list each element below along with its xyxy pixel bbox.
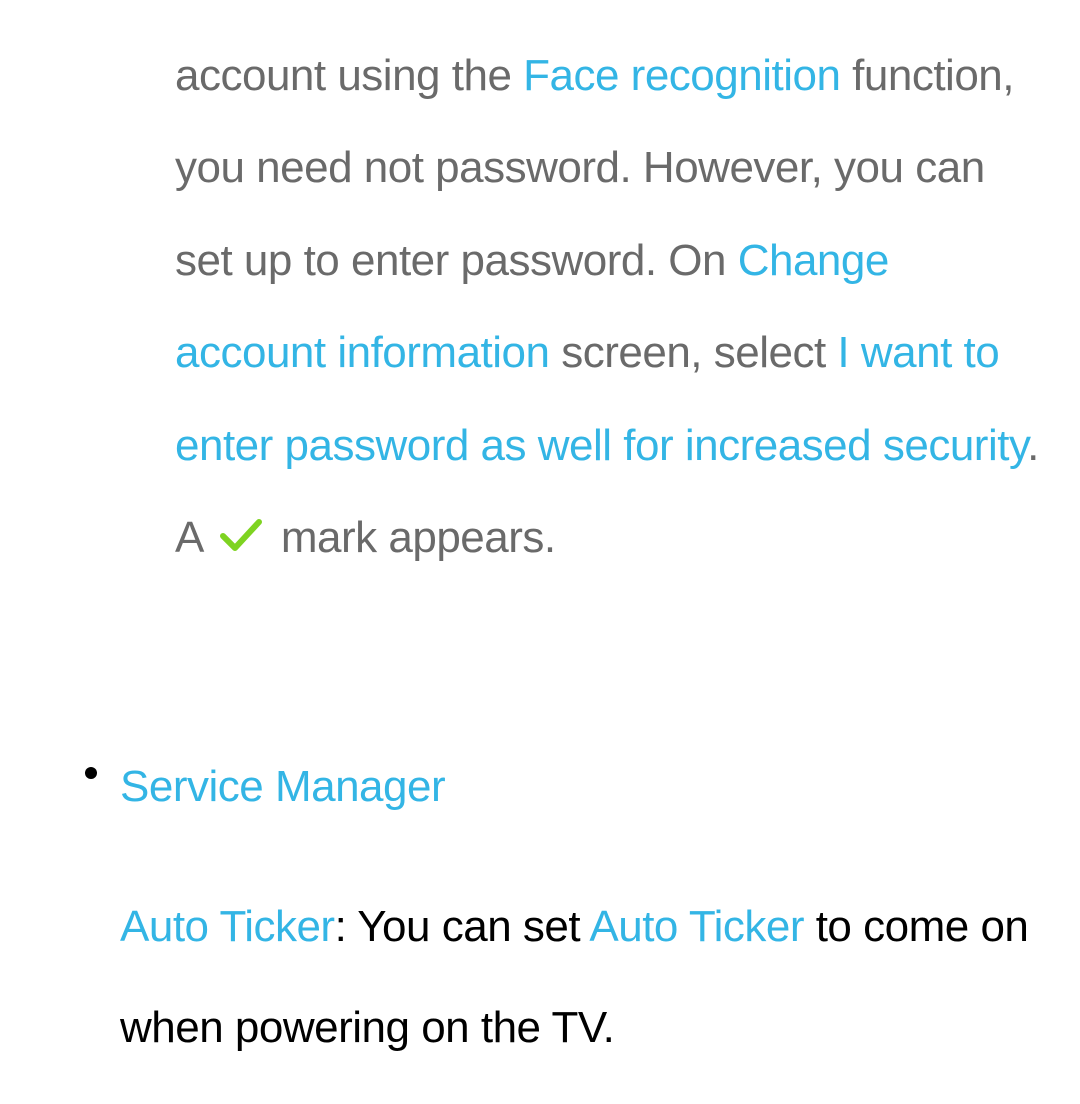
link-auto-ticker-2: Auto Ticker: [589, 902, 804, 951]
text-segment: : You can set: [335, 902, 590, 951]
text-segment: account using the: [175, 51, 523, 100]
text-segment: screen, select: [550, 328, 838, 377]
heading-service-manager: Service Manager: [120, 747, 1040, 826]
checkmark-icon: [219, 494, 263, 586]
link-face-recognition: Face recognition: [523, 51, 840, 100]
bullet-dot-icon: [85, 767, 97, 779]
paragraph-auto-ticker: Auto Ticker: You can set Auto Ticker to …: [120, 876, 1040, 1078]
link-auto-ticker-1: Auto Ticker: [120, 902, 335, 951]
document-body: account using the Face recognition funct…: [0, 0, 1080, 1078]
text-segment: mark appears.: [269, 513, 555, 562]
bullet-service-manager: Service Manager Auto Ticker: You can set…: [120, 747, 1040, 1079]
paragraph-face-recognition: account using the Face recognition funct…: [175, 30, 1040, 587]
